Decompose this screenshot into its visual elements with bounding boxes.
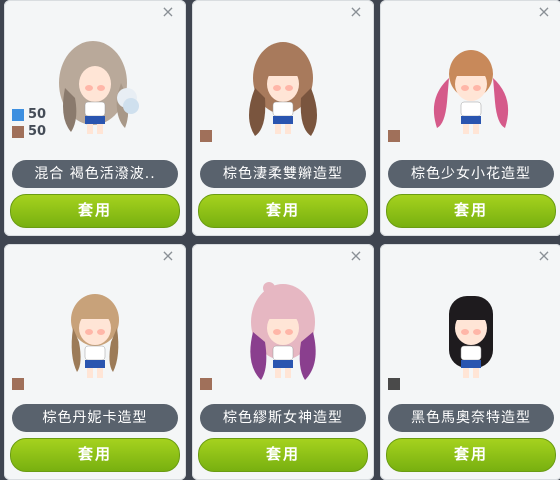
hair-style-grid: × 50 50 混合 褐色活潑波.. 套用 × 棕色淒柔雙辮造型 套用 × 棕色…: [0, 0, 560, 480]
apply-button[interactable]: 套用: [198, 438, 368, 472]
hair-name: 黑色馬奧奈特造型: [388, 404, 554, 432]
brown-swatch-icon: [200, 378, 212, 390]
hair-card-1[interactable]: × 50 50 混合 褐色活潑波.. 套用: [4, 0, 186, 236]
brown-swatch-icon: [200, 130, 212, 142]
hair-card-4[interactable]: × 棕色丹妮卡造型 套用: [4, 244, 186, 480]
hair-card-3[interactable]: × 棕色少女小花造型 套用: [380, 0, 560, 236]
character-preview: [249, 42, 317, 136]
apply-button[interactable]: 套用: [10, 438, 180, 472]
hair-card-5[interactable]: × 棕色繆斯女神造型 套用: [192, 244, 374, 480]
apply-button[interactable]: 套用: [386, 194, 556, 228]
character-preview: [71, 294, 119, 378]
black-swatch-icon: [388, 378, 400, 390]
hair-name: 混合 褐色活潑波..: [12, 160, 178, 188]
close-icon[interactable]: ×: [160, 248, 176, 264]
blue-swatch-icon: [12, 108, 24, 121]
color-swatches: 50 50: [12, 106, 46, 140]
hair-card-6[interactable]: × 黑色馬奧奈特造型 套用: [380, 244, 560, 480]
swatch-brown: 50: [12, 123, 46, 140]
brown-swatch-icon: [12, 125, 24, 138]
hair-card-2[interactable]: × 棕色淒柔雙辮造型 套用: [192, 0, 374, 236]
brown-swatch-icon: [12, 378, 24, 390]
close-icon[interactable]: ×: [160, 4, 176, 20]
hair-name: 棕色少女小花造型: [388, 160, 554, 188]
close-icon[interactable]: ×: [348, 4, 364, 20]
character-preview: [250, 282, 316, 380]
apply-button[interactable]: 套用: [198, 194, 368, 228]
close-icon[interactable]: ×: [536, 4, 552, 20]
apply-button[interactable]: 套用: [10, 194, 180, 228]
swatch-blue: 50: [12, 106, 46, 123]
swatch-percent: 50: [28, 107, 47, 122]
close-icon[interactable]: ×: [536, 248, 552, 264]
hair-name: 棕色繆斯女神造型: [200, 404, 366, 432]
hair-name: 棕色淒柔雙辮造型: [200, 160, 366, 188]
character-preview: [433, 50, 509, 134]
swatch-percent: 50: [28, 124, 47, 139]
character-preview: [59, 41, 139, 134]
hair-name: 棕色丹妮卡造型: [12, 404, 178, 432]
brown-swatch-icon: [388, 130, 400, 142]
apply-button[interactable]: 套用: [386, 438, 556, 472]
close-icon[interactable]: ×: [348, 248, 364, 264]
character-preview: [449, 296, 493, 378]
